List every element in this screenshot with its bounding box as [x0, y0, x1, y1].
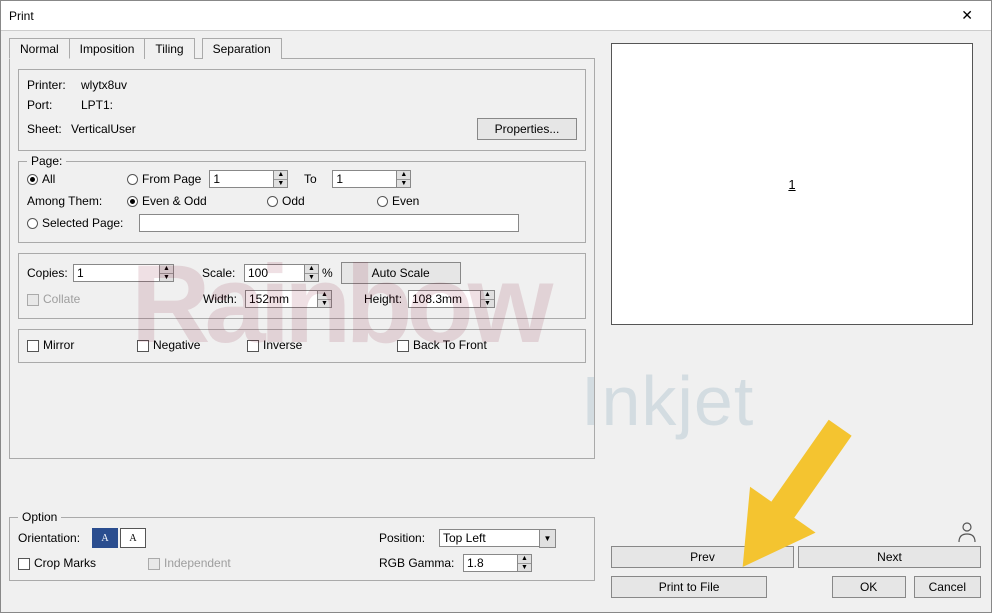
gamma-spinner[interactable]: ▲▼: [463, 554, 532, 572]
orientation-portrait-button[interactable]: A: [92, 528, 118, 548]
spin-up-icon[interactable]: ▲: [397, 171, 410, 180]
print-to-file-button[interactable]: Print to File: [611, 576, 767, 598]
height-label: Height:: [364, 292, 408, 306]
inverse-check[interactable]: Inverse: [247, 338, 397, 352]
person-icon: [957, 521, 977, 543]
to-page-input[interactable]: [332, 170, 396, 188]
radio-odd[interactable]: Odd: [267, 194, 377, 208]
scale-input[interactable]: [244, 264, 304, 282]
gamma-label: RGB Gamma:: [379, 556, 463, 570]
collate-check[interactable]: Collate: [27, 292, 203, 306]
tab-normal[interactable]: Normal: [9, 38, 70, 59]
radio-even[interactable]: Even: [377, 194, 419, 208]
tab-imposition[interactable]: Imposition: [69, 38, 146, 59]
radio-selected-page[interactable]: Selected Page:: [27, 216, 139, 230]
spin-up-icon[interactable]: ▲: [481, 291, 494, 300]
position-combo[interactable]: ▼: [439, 529, 556, 548]
spin-up-icon[interactable]: ▲: [518, 555, 531, 564]
spin-down-icon[interactable]: ▼: [481, 300, 494, 308]
spin-up-icon[interactable]: ▲: [305, 265, 318, 274]
radio-even-odd[interactable]: Even & Odd: [127, 194, 267, 208]
left-pane: Normal Imposition Tiling Separation Prin…: [9, 37, 595, 459]
percent-label: %: [322, 266, 333, 280]
to-label: To: [288, 172, 332, 186]
spin-down-icon[interactable]: ▼: [318, 300, 331, 308]
preview-area: 1: [611, 43, 973, 325]
port-label: Port:: [27, 98, 81, 112]
portrait-a-icon: A: [101, 533, 108, 544]
tab-tiling[interactable]: Tiling: [144, 38, 194, 59]
radio-all[interactable]: All: [27, 172, 127, 186]
negative-check[interactable]: Negative: [137, 338, 247, 352]
printer-label: Printer:: [27, 78, 81, 92]
height-spinner[interactable]: ▲▼: [408, 290, 495, 308]
sheet-value: VerticalUser: [71, 122, 136, 136]
printer-info-group: Printer: wlytx8uv Port: LPT1: Sheet: Ver…: [18, 69, 586, 151]
preview-page-indicator: 1: [788, 177, 795, 192]
landscape-a-icon: A: [129, 533, 136, 544]
chevron-down-icon[interactable]: ▼: [539, 529, 556, 548]
spin-up-icon[interactable]: ▲: [318, 291, 331, 300]
copies-spinner[interactable]: ▲▼: [73, 264, 174, 282]
width-spinner[interactable]: ▲▼: [245, 290, 332, 308]
to-page-spinner[interactable]: ▲▼: [332, 170, 411, 188]
content-area: Normal Imposition Tiling Separation Prin…: [1, 31, 991, 612]
radio-from-page[interactable]: From Page: [127, 172, 201, 186]
spin-down-icon[interactable]: ▼: [305, 274, 318, 282]
back-to-front-check[interactable]: Back To Front: [397, 338, 487, 352]
ok-button[interactable]: OK: [832, 576, 906, 598]
scale-spinner[interactable]: ▲▼: [244, 264, 319, 282]
prev-button[interactable]: Prev: [611, 546, 794, 568]
from-page-input[interactable]: [209, 170, 273, 188]
spin-up-icon[interactable]: ▲: [274, 171, 287, 180]
properties-button[interactable]: Properties...: [477, 118, 577, 140]
mirror-check[interactable]: Mirror: [27, 338, 137, 352]
watermark-sub: Inkjet: [581, 361, 754, 441]
copies-input[interactable]: [73, 264, 159, 282]
orientation-label: Orientation:: [18, 531, 92, 545]
port-value: LPT1:: [81, 98, 113, 112]
gamma-input[interactable]: [463, 554, 517, 572]
printer-value: wlytx8uv: [81, 78, 127, 92]
independent-check[interactable]: Independent: [148, 556, 278, 570]
selected-page-input[interactable]: [139, 214, 519, 232]
among-them-label: Among Them:: [27, 194, 127, 208]
next-button[interactable]: Next: [798, 546, 981, 568]
width-input[interactable]: [245, 290, 317, 308]
option-group: Option Orientation: A A Position: ▼ Crop…: [9, 517, 595, 581]
orientation-landscape-button[interactable]: A: [120, 528, 146, 548]
option-legend: Option: [18, 510, 61, 524]
sheet-label: Sheet:: [27, 122, 71, 136]
page-group: Page: All From Page ▲▼ To ▲▼: [18, 161, 586, 243]
scale-label: Scale:: [202, 266, 244, 280]
tab-strip: Normal Imposition Tiling Separation: [9, 37, 595, 59]
spin-down-icon[interactable]: ▼: [160, 274, 173, 282]
from-page-spinner[interactable]: ▲▼: [209, 170, 288, 188]
cancel-button[interactable]: Cancel: [914, 576, 981, 598]
print-dialog: Print ✕ Normal Imposition Tiling Separat…: [0, 0, 992, 613]
right-pane: 1 Prev Next Print to File OK Cancel: [611, 43, 981, 325]
titlebar: Print ✕: [1, 1, 991, 31]
tab-panel-normal: Printer: wlytx8uv Port: LPT1: Sheet: Ver…: [9, 59, 595, 459]
width-label: Width:: [203, 292, 245, 306]
spin-down-icon[interactable]: ▼: [397, 180, 410, 188]
position-label: Position:: [379, 531, 439, 545]
copies-label: Copies:: [27, 266, 73, 280]
spin-down-icon[interactable]: ▼: [518, 564, 531, 572]
page-legend: Page:: [27, 154, 66, 168]
close-icon[interactable]: ✕: [951, 3, 983, 28]
spin-up-icon[interactable]: ▲: [160, 265, 173, 274]
print-options-group: Mirror Negative Inverse Back To Front: [18, 329, 586, 363]
tab-separation[interactable]: Separation: [202, 38, 282, 59]
spin-down-icon[interactable]: ▼: [274, 180, 287, 188]
position-value[interactable]: [439, 529, 539, 547]
auto-scale-button[interactable]: Auto Scale: [341, 262, 461, 284]
copies-group: Copies: ▲▼ Scale: ▲▼ % Auto Scale: [18, 253, 586, 319]
crop-marks-check[interactable]: Crop Marks: [18, 556, 148, 570]
window-title: Print: [9, 9, 34, 23]
height-input[interactable]: [408, 290, 480, 308]
